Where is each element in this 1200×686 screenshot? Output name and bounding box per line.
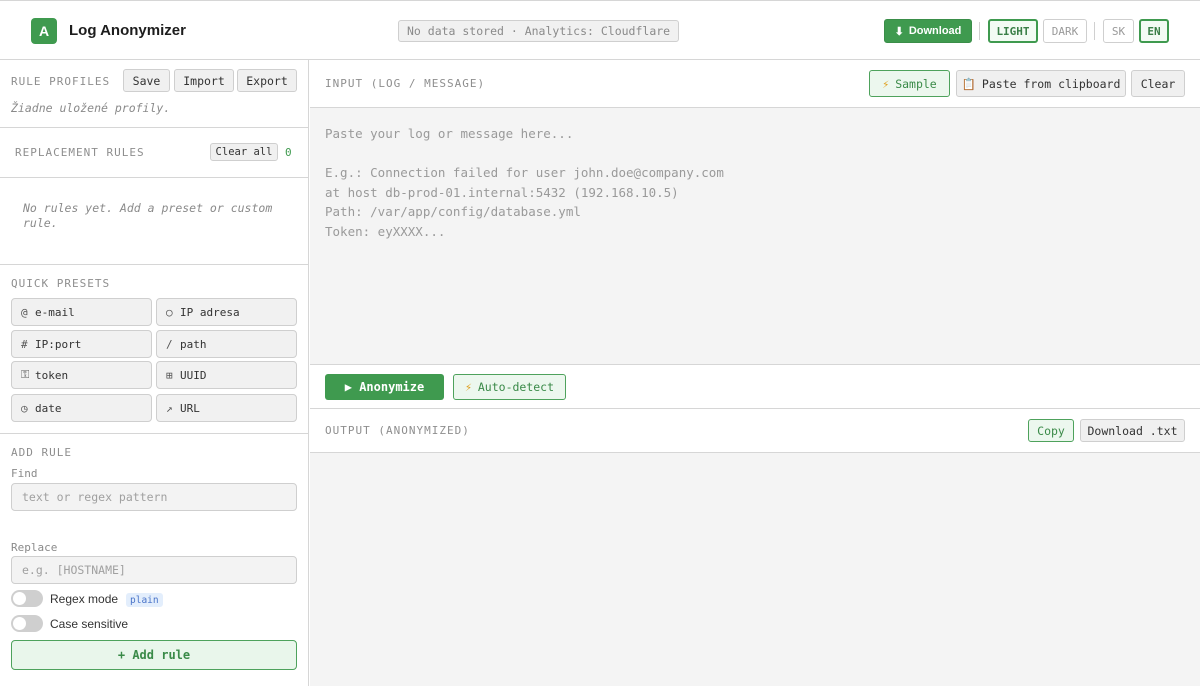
find-input[interactable] xyxy=(11,483,297,511)
key-icon: ⚿ xyxy=(21,368,30,381)
replace-input[interactable] xyxy=(11,556,297,584)
replace-label: Replace xyxy=(11,541,58,554)
case-sensitive-toggle[interactable] xyxy=(11,615,43,632)
save-profile-button[interactable]: Save xyxy=(123,69,170,92)
theme-dark-button[interactable]: DARK xyxy=(1043,19,1087,43)
preset-ip-address[interactable]: ○ IP adresa xyxy=(156,298,297,326)
divider xyxy=(0,264,309,265)
input-placeholder: Paste your log or message here... E.g.: … xyxy=(325,126,724,239)
copy-output-button[interactable]: Copy xyxy=(1028,419,1074,442)
download-label: Download xyxy=(908,25,962,37)
replacement-rules-heading: REPLACEMENT RULES xyxy=(15,146,145,159)
input-heading: INPUT (LOG / MESSAGE) xyxy=(325,77,486,90)
auto-detect-label: Auto-detect xyxy=(477,380,555,394)
circle-icon: ○ xyxy=(166,305,173,319)
quick-presets-heading: QUICK PRESETS xyxy=(11,277,111,290)
output-heading: OUTPUT (ANONYMIZED) xyxy=(325,424,470,437)
anonymize-button[interactable]: ▶ Anonymize xyxy=(325,374,444,400)
regex-mode-badge: plain xyxy=(126,593,163,607)
input-textarea[interactable]: Paste your log or message here... E.g.: … xyxy=(310,107,1200,365)
toggle-knob xyxy=(13,617,26,630)
lightning-icon: ⚡ xyxy=(882,76,890,91)
app-header: A Log Anonymizer No data stored · Analyt… xyxy=(0,0,1200,60)
sidebar: RULE PROFILES Save Import Export Žiadne … xyxy=(0,60,309,686)
import-profile-button[interactable]: Import xyxy=(174,69,234,92)
grid-icon: ⊞ xyxy=(166,368,173,382)
rule-profiles-heading: RULE PROFILES xyxy=(11,75,111,88)
header-separator xyxy=(979,22,980,40)
hash-icon: # xyxy=(21,337,28,351)
preset-url[interactable]: ↗ URL xyxy=(156,394,297,422)
paste-label: Paste from clipboard xyxy=(981,76,1121,91)
header-separator xyxy=(1094,22,1095,40)
case-sensitive-label: Case sensitive xyxy=(50,617,129,631)
lang-sk-button[interactable]: SK xyxy=(1103,19,1134,43)
preset-label: date xyxy=(35,401,62,415)
download-button[interactable]: ⬇ Download xyxy=(884,19,972,43)
clock-icon: ◷ xyxy=(21,401,28,415)
clear-input-button[interactable]: Clear xyxy=(1131,70,1185,97)
add-rule-heading: ADD RULE xyxy=(11,446,72,459)
rules-count: 0 xyxy=(285,146,292,159)
divider xyxy=(0,177,309,178)
privacy-badge: No data stored · Analytics: Cloudflare xyxy=(398,20,680,42)
preset-label: token xyxy=(35,368,69,382)
paste-clipboard-button[interactable]: 📋 Paste from clipboard xyxy=(956,70,1126,97)
preset-ip-port[interactable]: # IP:port xyxy=(11,330,152,358)
preset-label: UUID xyxy=(180,368,207,382)
lightning-icon: ⚡ xyxy=(464,380,472,394)
preset-label: e-mail xyxy=(35,305,75,319)
sample-button[interactable]: ⚡ Sample xyxy=(869,70,950,97)
output-area xyxy=(310,452,1200,686)
divider xyxy=(0,433,309,434)
divider xyxy=(0,127,309,128)
app-logo: A xyxy=(31,18,57,44)
regex-mode-toggle[interactable] xyxy=(11,590,43,607)
theme-light-button[interactable]: LIGHT xyxy=(988,19,1038,43)
preset-label: IP adresa xyxy=(180,305,240,319)
download-txt-button[interactable]: Download .txt xyxy=(1080,419,1185,442)
regex-mode-label: Regex mode xyxy=(50,592,119,606)
preset-label: URL xyxy=(180,401,200,415)
app-title: Log Anonymizer xyxy=(69,22,186,39)
preset-date[interactable]: ◷ date xyxy=(11,394,152,422)
clipboard-icon: 📋 xyxy=(961,76,976,91)
add-rule-button[interactable]: + Add rule xyxy=(11,640,297,670)
preset-email[interactable]: @ e-mail xyxy=(11,298,152,326)
slash-icon: / xyxy=(166,337,173,351)
preset-uuid[interactable]: ⊞ UUID xyxy=(156,361,297,389)
preset-label: path xyxy=(180,337,207,351)
find-label: Find xyxy=(11,467,38,480)
sample-label: Sample xyxy=(895,76,937,91)
preset-path[interactable]: / path xyxy=(156,330,297,358)
preset-token[interactable]: ⚿ token xyxy=(11,361,152,389)
rules-empty-note: No rules yet. Add a preset or custom rul… xyxy=(23,201,273,230)
export-profile-button[interactable]: Export xyxy=(237,69,297,92)
clear-all-rules-button[interactable]: Clear all xyxy=(210,143,278,161)
at-sign-icon: @ xyxy=(21,305,28,319)
link-arrow-icon: ↗ xyxy=(166,401,173,415)
main-panel: INPUT (LOG / MESSAGE) ⚡ Sample 📋 Paste f… xyxy=(310,60,1200,686)
profiles-empty-note: Žiadne uložené profily. xyxy=(11,101,171,115)
preset-label: IP:port xyxy=(35,337,82,351)
auto-detect-button[interactable]: ⚡ Auto-detect xyxy=(453,374,566,400)
toggle-knob xyxy=(13,592,26,605)
download-arrow-icon: ⬇ xyxy=(894,25,904,38)
divider xyxy=(310,408,1200,409)
lang-en-button[interactable]: EN xyxy=(1139,19,1169,43)
